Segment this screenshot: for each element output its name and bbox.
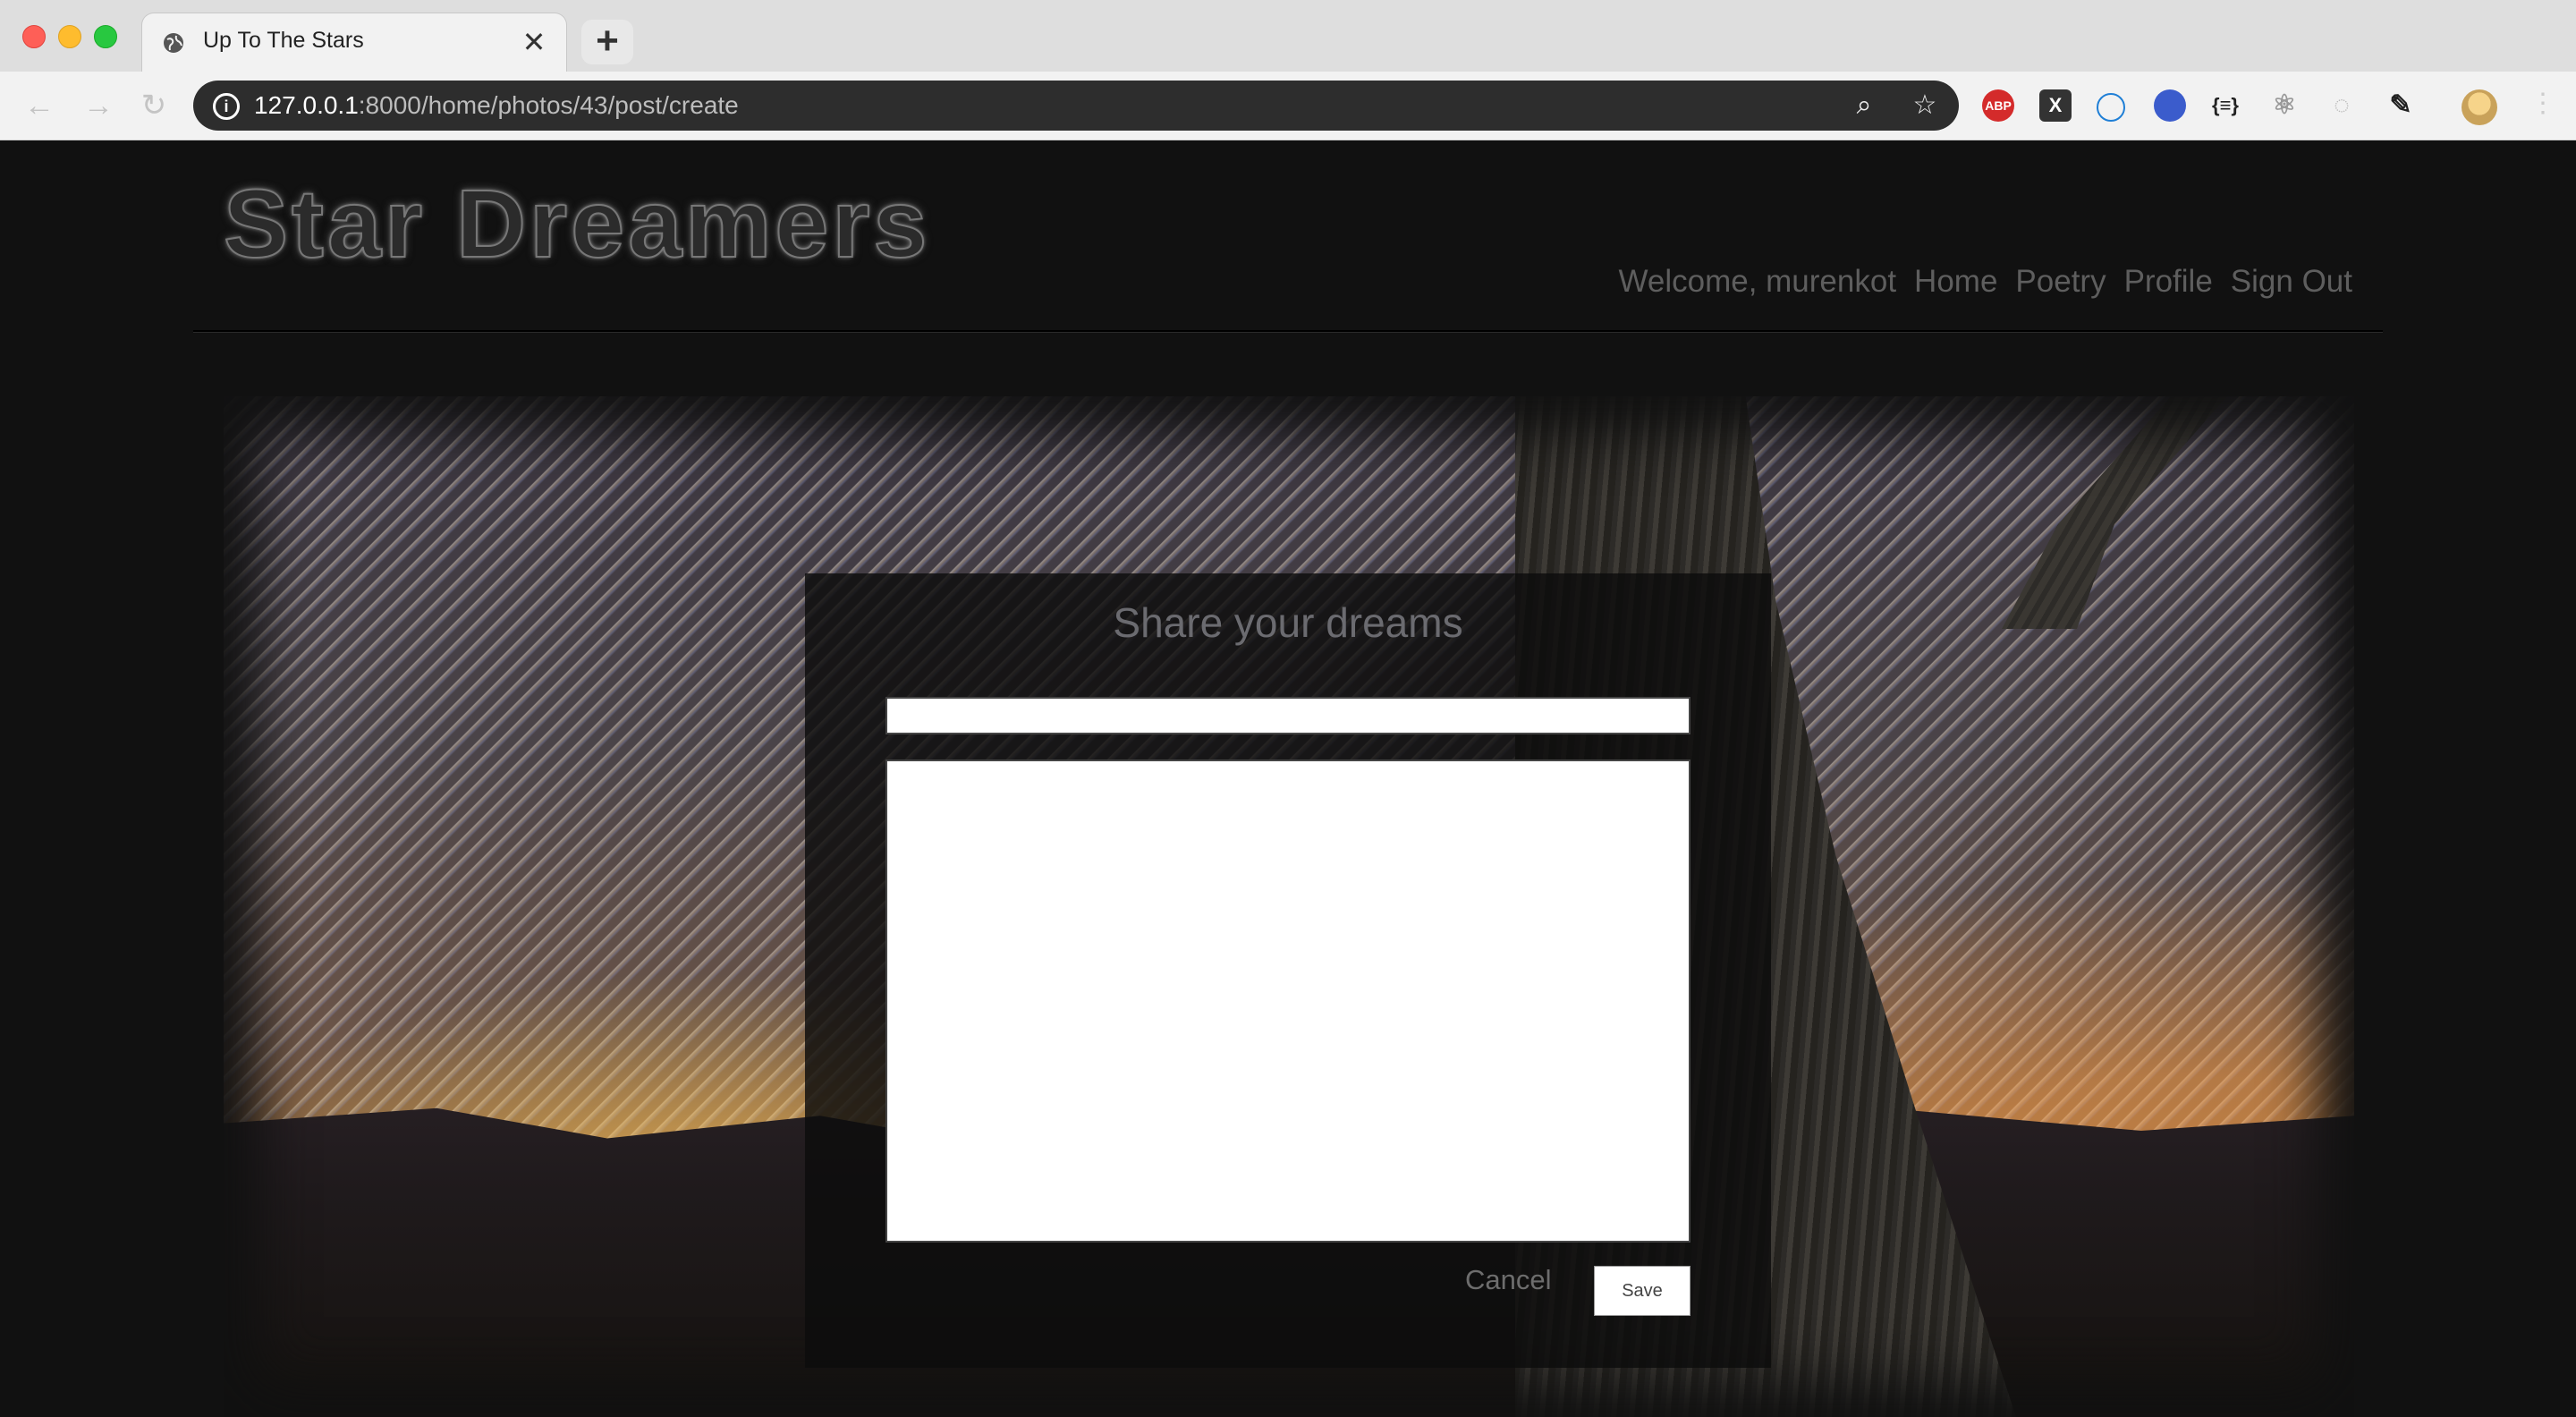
nav-link-poetry[interactable]: Poetry (2015, 264, 2106, 300)
tab-title: Up To The Stars (203, 28, 364, 53)
header-divider (193, 330, 2383, 333)
create-post-form: Share your dreams Cancel Save (805, 573, 1771, 1368)
browser-toolbar: ← → ↻ i 127.0.0.1:8000/home/photos/43/po… (0, 72, 2576, 140)
window-minimize-button[interactable] (58, 25, 81, 48)
back-icon[interactable]: ← (21, 88, 57, 123)
close-tab-icon[interactable]: ✕ (516, 24, 552, 60)
post-title-input[interactable] (886, 697, 1690, 734)
address-bar[interactable]: i 127.0.0.1:8000/home/photos/43/post/cre… (193, 81, 1959, 131)
globe-icon (164, 33, 183, 53)
browser-tab-bar: Up To The Stars ✕ + (0, 0, 2576, 72)
cancel-link[interactable]: Cancel (1465, 1264, 1552, 1296)
site-info-icon[interactable]: i (213, 93, 240, 120)
page: Star Dreamers Welcome, murenkot Home Poe… (0, 140, 2576, 1417)
browser-menu-icon[interactable]: ⋮ (2529, 88, 2556, 119)
window-maximize-button[interactable] (94, 25, 117, 48)
new-tab-button[interactable]: + (581, 20, 633, 64)
eyedropper-extension-icon[interactable]: ✎ (2385, 89, 2417, 122)
url-path: :8000/home/photos/43/post/create (358, 91, 739, 119)
url-text[interactable]: 127.0.0.1:8000/home/photos/43/post/creat… (254, 91, 739, 120)
compass-extension-icon[interactable] (2097, 93, 2125, 122)
url-host: 127.0.0.1 (254, 91, 359, 119)
json-extension-icon[interactable]: {≡} (2209, 89, 2241, 122)
profile-avatar[interactable] (2462, 89, 2497, 125)
blue-extension-icon[interactable] (2154, 89, 2186, 122)
browser-tab[interactable]: Up To The Stars ✕ (141, 13, 567, 72)
top-nav: Welcome, murenkot Home Poetry Profile Si… (1618, 264, 2352, 300)
form-title: Share your dreams (1113, 599, 1463, 646)
site-logo[interactable]: Star Dreamers (223, 167, 930, 279)
nav-link-profile[interactable]: Profile (2124, 264, 2213, 300)
reload-icon[interactable]: ↻ (136, 88, 172, 123)
nav-link-home[interactable]: Home (1914, 264, 1997, 300)
bookmark-star-icon[interactable]: ☆ (1909, 89, 1941, 122)
save-button[interactable]: Save (1594, 1266, 1690, 1316)
welcome-text: Welcome, murenkot (1618, 264, 1897, 299)
window-close-button[interactable] (22, 25, 46, 48)
x-extension-icon[interactable]: X (2039, 89, 2072, 122)
post-body-textarea[interactable] (886, 759, 1690, 1243)
circle-extension-icon[interactable]: ◌ (2326, 89, 2358, 122)
adblock-extension-icon[interactable]: ABP (1982, 89, 2014, 122)
zoom-icon[interactable]: ⌕ (1848, 89, 1880, 122)
forward-icon[interactable]: → (80, 88, 116, 123)
nav-link-sign-out[interactable]: Sign Out (2231, 264, 2352, 300)
react-extension-icon[interactable]: ⚛ (2268, 89, 2301, 122)
